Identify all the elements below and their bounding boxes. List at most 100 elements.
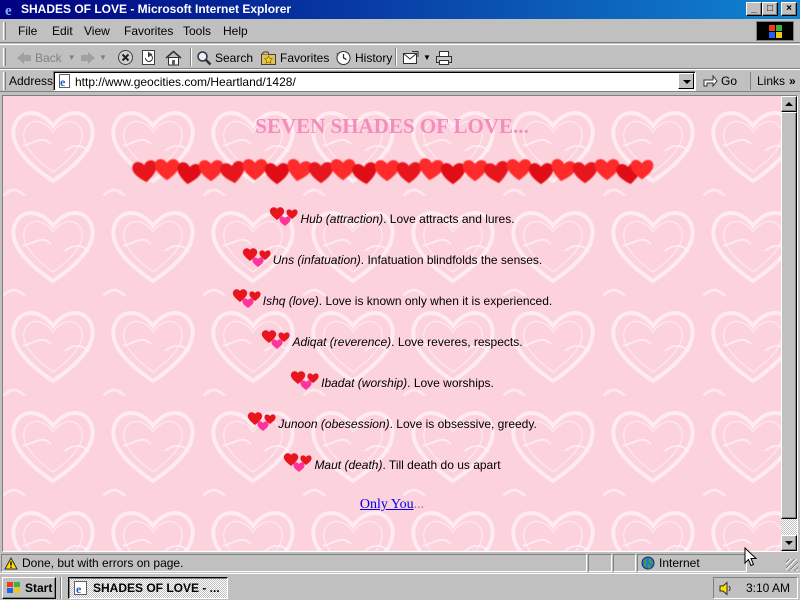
forward-dropdown-icon: ▼ xyxy=(99,53,107,62)
status-panel[interactable]: Done, but with errors on page. xyxy=(1,554,587,572)
toolbar-grip[interactable] xyxy=(3,72,6,90)
start-button[interactable]: Start xyxy=(2,577,56,599)
maximize-button[interactable]: □ xyxy=(762,2,778,16)
search-label: Search xyxy=(215,50,254,65)
address-label: Address xyxy=(9,74,54,88)
love-term: Ibadat (worship) xyxy=(321,376,408,390)
taskbar-item-ie[interactable]: e SHADES OF LOVE - ... xyxy=(68,577,228,599)
toolbar-grip[interactable] xyxy=(3,48,6,66)
taskbar-separator xyxy=(60,577,62,599)
love-line-ibadat: Ibadat (worship). Love worships. xyxy=(3,369,781,391)
chevron-right-icon: » xyxy=(789,74,796,88)
menu-view[interactable]: View xyxy=(84,24,110,38)
windows-flag-icon xyxy=(769,25,783,38)
love-description: . Love is obsessive, greedy. xyxy=(389,417,537,431)
hearts-icon xyxy=(232,287,263,309)
go-label: Go xyxy=(721,74,738,88)
mail-button[interactable]: ▼ xyxy=(402,48,431,67)
toolbar-grip[interactable] xyxy=(3,22,6,40)
only-you-line: Only You... xyxy=(3,497,781,513)
start-label: Start xyxy=(25,581,53,595)
menu-edit[interactable]: Edit xyxy=(52,24,73,38)
love-description: . Infatuation blindfolds the senses. xyxy=(360,253,543,267)
svg-text:e: e xyxy=(76,582,82,596)
forward-arrow-icon xyxy=(81,51,95,64)
back-dropdown-icon: ▼ xyxy=(67,53,76,62)
menu-file[interactable]: File xyxy=(18,24,37,38)
toolbar-separator xyxy=(190,48,192,66)
forward-button[interactable]: ▼ xyxy=(80,48,107,67)
search-button[interactable]: Search xyxy=(196,48,253,67)
love-line-maut: Maut (death). Till death do us apart xyxy=(3,451,781,473)
zone-text: Internet xyxy=(659,556,700,570)
mail-dropdown-icon: ▼ xyxy=(423,53,431,62)
menu-bar: File Edit View Favorites Tools Help xyxy=(0,19,800,43)
menu-favorites[interactable]: Favorites xyxy=(124,24,173,38)
address-bar: Address e http://www.geocities.com/Heart… xyxy=(0,69,800,92)
scroll-thumb[interactable] xyxy=(781,112,797,519)
history-icon xyxy=(336,50,351,65)
go-button[interactable]: Go xyxy=(703,72,737,90)
love-description: . Love reveres, respects. xyxy=(391,335,523,349)
love-term: Maut (death) xyxy=(314,458,383,472)
print-icon xyxy=(436,50,452,65)
status-text: Done, but with errors on page. xyxy=(22,556,184,570)
history-button[interactable]: History xyxy=(335,48,392,67)
clock[interactable]: 3:10 AM xyxy=(746,581,790,595)
hearts-icon xyxy=(269,205,300,227)
scroll-up-button[interactable] xyxy=(781,96,797,112)
links-button[interactable]: Links » xyxy=(750,72,796,90)
menu-tools[interactable]: Tools xyxy=(183,24,211,38)
hearts-icon xyxy=(261,328,292,350)
love-line-uns: Uns (infatuation). Infatuation blindfold… xyxy=(3,246,781,268)
favorites-button[interactable]: Favorites xyxy=(260,48,329,67)
history-label: History xyxy=(355,50,393,65)
hearts-divider xyxy=(131,157,654,186)
hearts-icon xyxy=(242,246,273,268)
status-bar: Done, but with errors on page. Internet xyxy=(0,553,800,573)
love-description: . Love attracts and lures. xyxy=(383,212,515,226)
love-term: Junoon (obesession) xyxy=(278,417,390,431)
speaker-icon[interactable] xyxy=(718,580,734,596)
stop-icon xyxy=(118,50,133,65)
love-line-junoon: Junoon (obesession). Love is obsessive, … xyxy=(3,410,781,432)
love-term: Hub (attraction) xyxy=(300,212,384,226)
hearts-icon xyxy=(247,410,278,432)
home-button[interactable] xyxy=(165,48,182,67)
ie-icon: e xyxy=(5,3,12,17)
back-button[interactable]: Back ▼ xyxy=(16,48,76,67)
windows-logo-icon xyxy=(7,582,20,593)
stop-button[interactable] xyxy=(117,48,134,67)
minimize-button[interactable]: _ xyxy=(746,2,762,16)
hearts-icon xyxy=(283,451,314,473)
throbber xyxy=(756,21,794,41)
love-term: Ishq (love) xyxy=(262,294,319,308)
print-button[interactable] xyxy=(435,48,453,67)
taskbar: Start e SHADES OF LOVE - ... 3:10 AM xyxy=(0,573,800,600)
address-url: http://www.geocities.com/Heartland/1428/ xyxy=(75,75,296,89)
status-panel-empty xyxy=(613,554,636,572)
only-you-link[interactable]: Only You xyxy=(360,497,414,512)
security-zone[interactable]: Internet xyxy=(637,554,747,572)
close-button[interactable]: × xyxy=(781,2,797,16)
system-tray: 3:10 AM xyxy=(713,577,798,599)
favorites-label: Favorites xyxy=(280,50,330,65)
vertical-scrollbar[interactable] xyxy=(781,96,797,551)
browser-viewport: SEVEN SHADES OF LOVE... Hub (attraction)… xyxy=(2,95,798,552)
love-line-hub: Hub (attraction). Love attracts and lure… xyxy=(3,205,781,227)
back-arrow-icon xyxy=(17,51,31,64)
page-content: SEVEN SHADES OF LOVE... Hub (attraction)… xyxy=(3,96,781,551)
resize-grip[interactable] xyxy=(786,559,798,571)
love-line-ishq: Ishq (love). Love is known only when it … xyxy=(3,287,781,309)
address-input[interactable]: e http://www.geocities.com/Heartland/142… xyxy=(53,71,696,91)
globe-icon xyxy=(641,556,655,570)
refresh-button[interactable] xyxy=(141,48,157,67)
scroll-down-button[interactable] xyxy=(781,535,797,551)
menu-help[interactable]: Help xyxy=(223,24,248,38)
warning-icon xyxy=(4,556,18,569)
title-bar[interactable]: e SHADES OF LOVE - Microsoft Internet Ex… xyxy=(0,0,800,19)
status-panel-empty xyxy=(588,554,612,572)
search-icon xyxy=(197,50,212,65)
address-dropdown-button[interactable] xyxy=(678,73,694,89)
mouse-cursor-icon xyxy=(744,547,758,567)
